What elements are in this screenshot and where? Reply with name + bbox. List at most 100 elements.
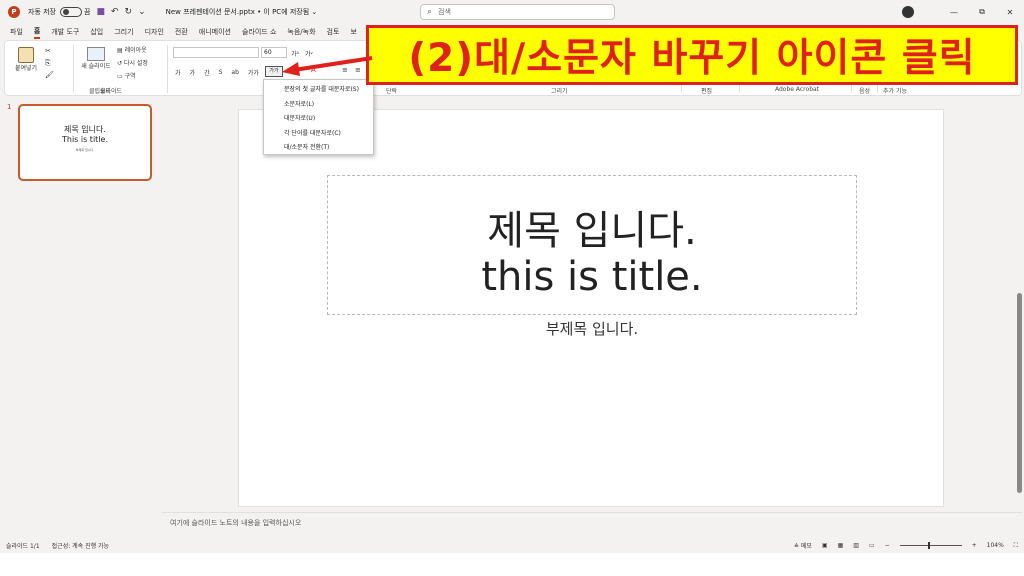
group-label-addins: 추가 기능 — [883, 88, 907, 95]
bottom-margin — [0, 553, 1024, 576]
section-label: 구역 — [124, 73, 136, 80]
tab-review[interactable]: 검토 — [327, 27, 340, 37]
change-case-menu: 문장의 첫 글자를 대문자로(S) 소문자로(L) 대문자로(U) 각 단어를 … — [263, 79, 374, 155]
search-box[interactable]: ⌕ 검색 — [420, 4, 615, 20]
redo-icon[interactable]: ↻ — [125, 7, 133, 17]
annotation-text: (2)대/소문자 바꾸기 아이콘 클릭 — [408, 36, 976, 81]
tab-record[interactable]: 녹음/녹화 — [287, 27, 315, 37]
thumbnail-title-line2: This is title. — [61, 135, 108, 144]
new-slide-button[interactable]: 새 슬라이드 — [77, 47, 115, 70]
underline-button[interactable]: 간 — [204, 68, 210, 77]
slide-thumbnail[interactable]: 제목 입니다. This is title. 부제목 입니다. — [18, 104, 152, 181]
reset-icon: ↺ — [117, 60, 124, 67]
save-icon[interactable]: ■ — [96, 7, 105, 17]
reset-label: 다시 설정 — [123, 60, 148, 67]
zoom-slider-knob[interactable] — [927, 542, 930, 549]
group-label-voice: 음성 — [859, 88, 871, 95]
thumbnail-number: 1 — [7, 103, 12, 111]
layout-icon: ▤ — [117, 47, 125, 54]
reset-button[interactable]: ↺ 다시 설정 — [117, 58, 148, 67]
paste-label: 붙여넣기 — [14, 65, 38, 72]
italic-button[interactable]: 가 — [190, 68, 196, 77]
notes-pane[interactable]: 여기에 슬라이드 노트의 내용을 입력하십시오 — [162, 512, 1022, 536]
menu-item-sentence-case[interactable]: 문장의 첫 글자를 대문자로(S) — [264, 83, 373, 98]
avatar[interactable] — [902, 6, 914, 18]
tab-developer[interactable]: 개발 도구 — [51, 27, 79, 37]
layout-button[interactable]: ▤ 레이아웃 — [117, 45, 147, 54]
cut-icon[interactable]: ✂ — [45, 47, 51, 55]
tab-file[interactable]: 파일 — [10, 27, 23, 37]
autosave-toggle[interactable] — [60, 7, 82, 17]
title-bar: P 자동 저장 끔 ■ ↶ ↻ ⌄ New 프레젠테이션 문서.pptx • 이… — [0, 0, 1024, 24]
shadow-button[interactable]: S — [219, 69, 223, 76]
slide-thumbnail-pane: 1 제목 입니다. This is title. 부제목 입니다. — [0, 98, 162, 538]
notes-toggle-button[interactable]: ≙ 메모 — [794, 541, 812, 550]
copy-icon[interactable]: ⎘ — [45, 59, 51, 68]
zoom-level[interactable]: 104% — [987, 542, 1004, 549]
tab-design[interactable]: 디자인 — [145, 27, 164, 37]
slide-counter: 슬라이드 1/1 — [6, 543, 40, 550]
tab-slideshow[interactable]: 슬라이드 쇼 — [242, 27, 276, 37]
annotation-callout: (2)대/소문자 바꾸기 아이콘 클릭 — [366, 25, 1018, 85]
tab-transitions[interactable]: 전환 — [175, 27, 188, 37]
menu-item-toggle-case[interactable]: 대/소문자 전환(T) — [264, 141, 373, 156]
paste-button[interactable]: 붙여넣기 — [11, 47, 41, 72]
autosave-state: 끔 — [84, 8, 91, 16]
group-separator — [73, 45, 74, 93]
new-slide-icon — [87, 47, 105, 61]
thumbnail-title-line1: 제목 입니다. — [64, 125, 106, 134]
tab-animations[interactable]: 애니메이션 — [199, 27, 231, 37]
tab-view[interactable]: 보 — [350, 27, 356, 37]
notes-icon: ≙ — [793, 543, 801, 550]
slide-subtitle[interactable]: 부제목 입니다. — [239, 318, 945, 339]
undo-icon[interactable]: ↶ — [111, 7, 119, 17]
slide-sorter-icon[interactable]: ▦ — [838, 542, 844, 549]
normal-view-icon[interactable]: ▣ — [822, 542, 828, 549]
strikethrough-button[interactable]: ab — [231, 69, 239, 76]
slideshow-icon[interactable]: ▭ — [869, 542, 875, 549]
accessibility-status[interactable]: 접근성: 계속 진행 가능 — [52, 541, 109, 550]
thumbnail-subtitle: 부제목 입니다. — [75, 148, 95, 152]
tab-insert[interactable]: 삽입 — [90, 27, 103, 37]
format-painter-icon[interactable]: 🖌 — [45, 71, 54, 79]
reading-view-icon[interactable]: ▥ — [853, 542, 859, 549]
tab-home[interactable]: 홈 — [33, 26, 41, 39]
scrollbar-thumb[interactable] — [1017, 293, 1022, 493]
group-label-adobe: Adobe Acrobat — [775, 86, 820, 93]
minimize-button[interactable]: — — [940, 8, 968, 17]
group-label-paragraph: 단락 — [386, 88, 398, 95]
quick-access-customize-icon[interactable]: ⌄ — [138, 7, 146, 17]
window-controls: — ⧉ ✕ — [902, 0, 1024, 24]
search-icon: ⌕ — [427, 7, 433, 17]
font-name-box[interactable] — [173, 47, 259, 58]
close-button[interactable]: ✕ — [996, 8, 1024, 17]
menu-item-lowercase[interactable]: 소문자로(L) — [264, 98, 373, 113]
status-bar: 슬라이드 1/1 접근성: 계속 진행 가능 ≙ 메모 ▣ ▦ ▥ ▭ − + … — [0, 538, 1024, 553]
search-placeholder: 검색 — [438, 8, 451, 16]
char-spacing-button[interactable]: 가가 — [248, 68, 259, 77]
section-button[interactable]: ▭ 구역 — [117, 71, 136, 80]
zoom-out-icon[interactable]: − — [885, 542, 890, 549]
group-separator — [167, 45, 168, 93]
slide-title-line2: this is title. — [481, 254, 703, 300]
group-label-editing: 편집 — [701, 88, 713, 95]
notes-placeholder: 여기에 슬라이드 노트의 내용을 입력하십시오 — [170, 519, 302, 527]
fit-to-window-icon[interactable]: ⛶ — [1014, 542, 1018, 550]
zoom-in-icon[interactable]: + — [972, 542, 977, 549]
maximize-button[interactable]: ⧉ — [968, 7, 996, 17]
tab-draw[interactable]: 그리기 — [114, 27, 133, 37]
group-label-drawing: 그리기 — [551, 88, 568, 95]
slide-canvas[interactable]: 제목 입니다. this is title. 부제목 입니다. — [238, 109, 944, 507]
bold-button[interactable]: 가 — [175, 68, 181, 77]
title-placeholder[interactable]: 제목 입니다. this is title. — [327, 175, 857, 315]
zoom-slider[interactable] — [899, 542, 962, 549]
vertical-scrollbar[interactable] — [1014, 98, 1024, 508]
font-format-row: 가 가 간 S ab 가가 — [175, 68, 259, 77]
group-label-slides: 슬라이드 — [100, 88, 123, 95]
menu-item-capitalize-each-word[interactable]: 각 단어를 대문자로(C) — [264, 127, 373, 142]
document-filename[interactable]: New 프레젠테이션 문서.pptx • 이 PC에 저장됨 ⌄ — [166, 7, 318, 17]
menu-item-uppercase[interactable]: 대문자로(U) — [264, 112, 373, 127]
powerpoint-logo-icon: P — [8, 6, 20, 18]
slide-title-line1: 제목 입니다. — [487, 208, 697, 254]
notes-label: 메모 — [800, 543, 812, 550]
